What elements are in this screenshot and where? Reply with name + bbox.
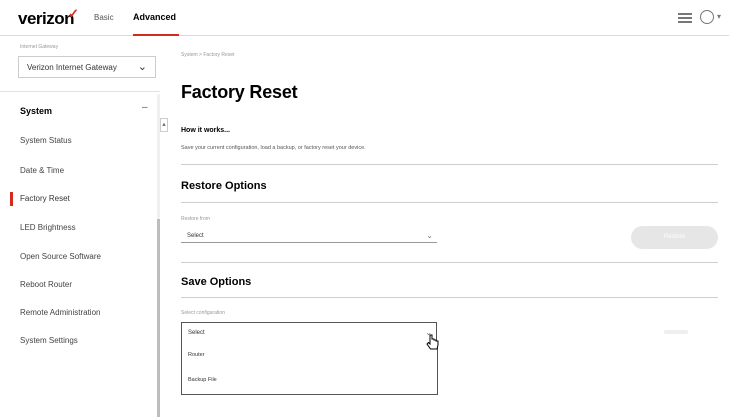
device-label: Internet Gateway	[20, 44, 59, 50]
sidebar-item-system-settings[interactable]: System Settings	[20, 336, 78, 345]
dropdown-option-backup-file[interactable]: Backup File	[188, 377, 217, 383]
save-button[interactable]	[664, 330, 688, 334]
page-title: Factory Reset	[181, 82, 298, 102]
nav-advanced[interactable]: Advanced	[133, 12, 176, 22]
restore-options-title: Restore Options	[181, 180, 267, 192]
hand-cursor-icon	[426, 334, 439, 350]
chevron-down-icon: ⌄	[426, 231, 433, 240]
save-options-title: Save Options	[181, 276, 252, 288]
collapse-icon[interactable]: –	[142, 102, 148, 113]
restore-button-label: Restore	[663, 234, 685, 240]
restore-field-label: Restore from	[181, 216, 210, 222]
sidebar-item-open-source-software[interactable]: Open Source Software	[20, 252, 101, 261]
divider	[181, 297, 718, 298]
nav-basic[interactable]: Basic	[94, 13, 114, 22]
sidebar-item-date-time[interactable]: Date & Time	[20, 166, 64, 175]
sidebar-section-system[interactable]: System	[20, 106, 52, 116]
divider	[181, 262, 718, 263]
save-select-value: Select	[188, 330, 205, 336]
logo-checkmark: ✓	[68, 6, 79, 21]
restore-button[interactable]: Restore	[631, 226, 718, 249]
divider	[181, 202, 718, 203]
sidebar: Internet Gateway Verizon Internet Gatewa…	[0, 36, 168, 417]
top-bar: verizon ✓ Basic Advanced ▾	[0, 0, 729, 36]
restore-select-value: Select	[187, 233, 204, 239]
verizon-logo[interactable]: verizon	[18, 9, 75, 29]
sidebar-item-factory-reset[interactable]: Factory Reset	[20, 194, 70, 203]
menu-icon[interactable]	[678, 13, 692, 23]
user-icon[interactable]	[700, 10, 714, 24]
breadcrumb[interactable]: System > Factory Reset	[181, 52, 235, 58]
save-config-select[interactable]: Select ⌄	[181, 322, 437, 343]
divider	[181, 164, 718, 165]
sidebar-scrollbar-thumb[interactable]	[157, 219, 160, 417]
chevron-down-icon[interactable]: ▾	[717, 12, 721, 21]
device-select-value: Verizon Internet Gateway	[27, 63, 117, 72]
save-config-dropdown: Router Backup File	[181, 342, 438, 395]
scroll-up-arrow-icon[interactable]: ▲	[160, 118, 168, 132]
sidebar-item-remote-administration[interactable]: Remote Administration	[20, 308, 100, 317]
dropdown-option-router[interactable]: Router	[188, 352, 205, 358]
chevron-down-icon: ⌄	[137, 61, 147, 73]
active-item-indicator	[10, 192, 13, 206]
how-it-works-title: How it works...	[181, 127, 231, 134]
restore-select[interactable]: Select ⌄	[181, 229, 437, 243]
sidebar-divider	[0, 91, 160, 92]
sidebar-item-reboot-router[interactable]: Reboot Router	[20, 280, 72, 289]
how-it-works-description: Save your current configuration, load a …	[181, 145, 366, 151]
sidebar-item-led-brightness[interactable]: LED Brightness	[20, 223, 76, 232]
save-field-label: Select configuration	[181, 310, 225, 316]
sidebar-item-system-status[interactable]: System Status	[20, 136, 72, 145]
device-select[interactable]: Verizon Internet Gateway ⌄	[18, 56, 156, 78]
